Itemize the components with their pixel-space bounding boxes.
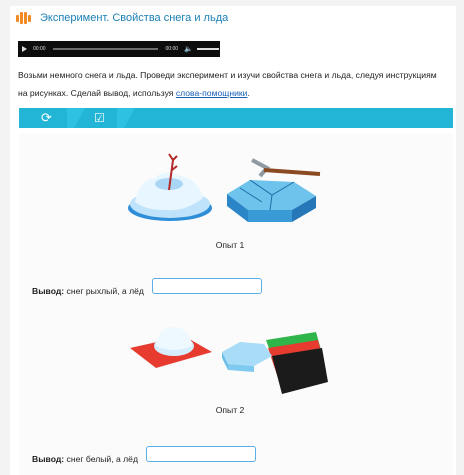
experiment-1-answer-input[interactable]: [152, 278, 262, 294]
experiment-1-caption: Опыт 1: [215, 240, 245, 250]
conclusion-label: Вывод:: [32, 454, 65, 464]
snow-pile-illustration: [128, 153, 212, 221]
toolbar-divider: [117, 108, 135, 128]
exercise-toolbar: ⟳ ☑: [19, 108, 453, 128]
experiment-1-conclusion: Вывод: снег рыхлый, а лёд: [32, 286, 144, 296]
audio-wave-icon: [16, 12, 32, 24]
ice-on-colored-sheets-illustration: [222, 332, 328, 394]
exercise-title: Эксперимент. Свойства снега и льда: [40, 12, 229, 24]
exercise-header: Эксперимент. Свойства снега и льда: [16, 12, 228, 24]
volume-slider[interactable]: [196, 48, 219, 50]
audio-current-time: 00:00: [33, 46, 46, 52]
audio-player[interactable]: 00:00 00:00 🔈: [18, 41, 220, 57]
audio-progress-track[interactable]: [52, 48, 158, 50]
refresh-icon[interactable]: ⟳: [41, 110, 52, 126]
conclusion-label: Вывод:: [32, 286, 65, 296]
conclusion-text: снег белый, а лёд: [64, 454, 138, 464]
toolbar-divider: [67, 108, 85, 128]
volume-icon[interactable]: 🔈: [184, 45, 193, 53]
experiment-2-conclusion: Вывод: снег белый, а лёд: [32, 454, 138, 464]
snow-on-red-sheet-illustration: [130, 327, 212, 368]
instruction-text: Возьми немного снега и льда. Проведи экс…: [18, 66, 448, 102]
experiment-2-answer-input[interactable]: [146, 446, 256, 462]
page: Эксперимент. Свойства снега и льда 00:00…: [0, 0, 464, 475]
ice-block-pickaxe-illustration: [227, 158, 321, 222]
experiment-2-caption: Опыт 2: [215, 405, 245, 415]
play-icon[interactable]: [22, 46, 27, 52]
audio-total-time: 00:00: [165, 46, 179, 52]
conclusion-text: снег рыхлый, а лёд: [64, 286, 144, 296]
checkbox-icon[interactable]: ☑: [94, 110, 105, 126]
instruction-end: .: [247, 88, 250, 98]
helper-words-link[interactable]: слова-помощники: [176, 88, 248, 98]
